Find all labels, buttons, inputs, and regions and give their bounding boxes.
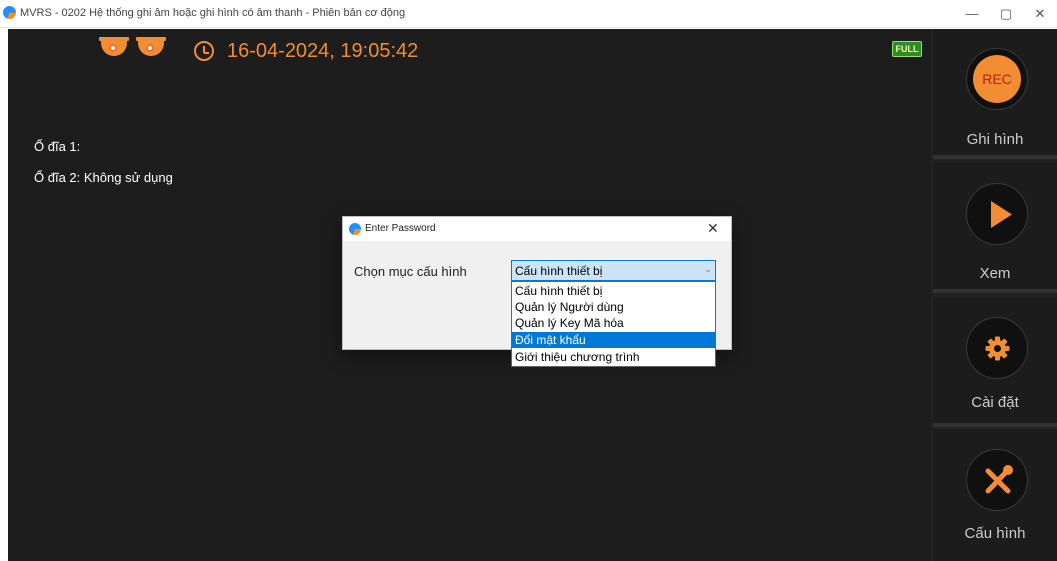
settings-button[interactable]: Cài đặt [933, 297, 1057, 427]
dialog-titlebar: Enter Password ✕ [343, 217, 731, 241]
minimize-button[interactable]: — [955, 0, 989, 28]
sidebar-item-label: Xem [979, 265, 1011, 282]
play-icon [966, 183, 1028, 245]
record-button[interactable]: REC Ghi hình [933, 29, 1057, 159]
sidebar: REC Ghi hình Xem Cài đặt Cấu hình [931, 29, 1057, 561]
dropdown-option-change-password[interactable]: Đổi mật khẩu [512, 332, 715, 348]
window-title: MVRS - 0202 Hệ thống ghi âm hoặc ghi hìn… [20, 7, 406, 19]
sidebar-item-label: Cài đặt [971, 394, 1019, 411]
rec-icon: REC [966, 48, 1028, 110]
config-section-dropdown: Cấu hình thiết bị Quản lý Người dùng Quả… [511, 281, 716, 367]
app-logo-icon [3, 6, 16, 19]
select-value: Cấu hình thiết bị [515, 264, 603, 278]
view-button[interactable]: Xem [933, 163, 1057, 293]
dropdown-option-device-config[interactable]: Cấu hình thiết bị [512, 283, 715, 299]
dropdown-option-about[interactable]: Giới thiệu chương trình [512, 349, 715, 365]
config-section-label: Chọn mục cấu hình [354, 264, 467, 279]
configuration-button[interactable]: Cấu hình [933, 429, 1057, 561]
window-titlebar: MVRS - 0202 Hệ thống ghi âm hoặc ghi hìn… [0, 0, 1057, 28]
camera-icon [99, 37, 129, 56]
drive-2-status: Ổ đĩa 2: Không sử dụng [34, 170, 173, 185]
camera-icon [136, 37, 166, 56]
dropdown-option-user-management[interactable]: Quản lý Người dùng [512, 299, 715, 315]
drive-1-status: Ổ đĩa 1: [34, 139, 81, 154]
sidebar-item-label: Ghi hình [966, 131, 1024, 148]
dropdown-option-key-management[interactable]: Quản lý Key Mã hóa [512, 315, 715, 331]
gear-icon [966, 317, 1028, 379]
chevron-down-icon: ⌄ [704, 264, 712, 274]
sidebar-item-label: Cấu hình [964, 525, 1026, 542]
alarm-clock-icon [194, 41, 214, 61]
close-window-button[interactable]: ✕ [1023, 0, 1057, 28]
app-logo-icon [349, 223, 361, 235]
dialog-close-button[interactable]: ✕ [707, 220, 719, 237]
tools-icon [966, 449, 1028, 511]
full-storage-icon: FULL [892, 41, 922, 57]
config-section-select[interactable]: Cấu hình thiết bị ⌄ [511, 260, 716, 281]
dialog-title: Enter Password [365, 223, 436, 234]
datetime-display: 16-04-2024, 19:05:42 [227, 40, 419, 62]
maximize-button[interactable]: ▢ [989, 0, 1023, 28]
